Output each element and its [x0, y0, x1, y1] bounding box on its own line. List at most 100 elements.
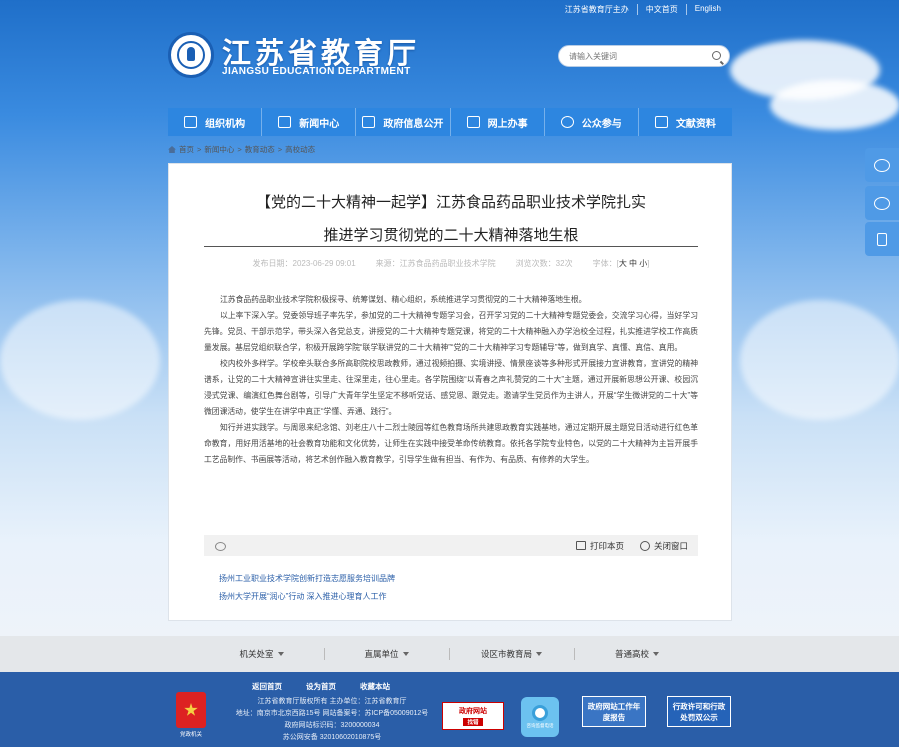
printer-icon — [575, 541, 586, 550]
footer-info-line: 政府网站标识码：3200000034 — [284, 722, 380, 729]
top-link-chinese[interactable]: 中文首页 — [638, 4, 687, 15]
phone-icon — [532, 705, 548, 721]
footer-link-home[interactable]: 返回首页 — [252, 681, 282, 692]
top-links: 江苏省教育厅主办 中文首页 English — [557, 4, 729, 15]
heart-icon — [560, 116, 574, 128]
footer-dropdown-cities[interactable]: 设区市教育局 — [450, 648, 575, 660]
breadcrumb-news[interactable]: 新闻中心 — [204, 144, 234, 155]
paragraph: 以上率下深入学。党委领导班子率先学，参加党的二十大精神专题学习会，召开学习党的二… — [204, 311, 698, 352]
book-icon — [654, 116, 668, 128]
news-icon — [278, 116, 292, 128]
dropdown-label: 设区市教育局 — [480, 649, 532, 659]
related-link[interactable]: 扬州工业职业技术学院创新打造志愿服务培训品牌 — [219, 570, 395, 588]
breadcrumb-home[interactable]: 首页 — [179, 144, 194, 155]
search-box — [558, 45, 730, 67]
side-wechat-button[interactable] — [865, 186, 899, 220]
nav-item-docs[interactable]: 文献资料 — [639, 108, 732, 136]
footer: 党政机关 返回首页 设为首页 收藏本站 江苏省教育厅版权所有 主办单位：江苏省教… — [0, 672, 899, 747]
paragraph: 知行并进实践学。与周恩来纪念馆、刘老庄八十二烈士陵园等红色教育场所共建思政教育实… — [204, 423, 698, 464]
title-divider — [204, 246, 698, 247]
meta-source: 来源：江苏食品药品职业技术学院 — [375, 259, 496, 268]
party-organ-label: 党政机关 — [179, 732, 202, 738]
search-icon[interactable] — [712, 51, 721, 60]
nav-item-org[interactable]: 组织机构 — [168, 108, 263, 136]
related-links: 扬州工业职业技术学院创新打造志愿服务培训品牌 扬州大学开展“润心”行动 深入推进… — [219, 570, 395, 606]
close-window-button[interactable]: 关闭窗口 — [639, 540, 688, 552]
top-link-host[interactable]: 江苏省教育厅主办 — [557, 4, 638, 15]
meta-views: 浏览次数：32次 — [515, 259, 573, 268]
nav-label: 新闻中心 — [299, 118, 340, 130]
footer-info-line: 地址：南京市北京西路15号 网站备案号：苏ICP备05009012号 — [235, 710, 429, 717]
nav-item-news[interactable]: 新闻中心 — [262, 108, 357, 136]
gov-site-error-badge[interactable]: 政府网站 找错 — [442, 702, 504, 730]
breadcrumb-edu[interactable]: 教育动态 — [245, 144, 275, 155]
hotline-label: 咨询监督电话 — [526, 723, 554, 728]
article-container: 【党的二十大精神一起学】江苏食品药品职业技术学院扎实 推进学习贯彻党的二十大精神… — [168, 163, 732, 621]
dropdown-label: 机关处室 — [239, 649, 274, 659]
meta-font: 字体：[大 中 小] — [593, 258, 650, 269]
footer-info-line: 苏公网安备 32010602010875号 — [282, 734, 382, 741]
nav-label: 组织机构 — [205, 118, 246, 130]
nav-item-online[interactable]: 网上办事 — [451, 108, 545, 136]
title-line: 推进学习贯彻党的二十大精神落地生根 — [323, 227, 579, 244]
dual-publicity-badge[interactable]: 行政许可和行政处罚双公示 — [667, 696, 731, 727]
footer-info: 江苏省教育厅版权所有 主办单位：江苏省教育厅 地址：南京市北京西路15号 网站备… — [232, 696, 432, 744]
dropdown-label: 普通高校 — [614, 649, 649, 659]
nav-label: 政府信息公开 — [383, 118, 444, 130]
party-organ-badge[interactable] — [176, 692, 206, 728]
chevron-down-icon — [402, 652, 409, 656]
megaphone-icon — [362, 116, 376, 128]
font-size-toggle[interactable]: 大 中 小 — [619, 259, 647, 268]
badge-sub: 找错 — [463, 718, 483, 726]
home-icon — [168, 146, 176, 153]
close-icon — [639, 540, 650, 551]
breadcrumb: 首页 > 新闻中心 > 教育动态 > 高校动态 — [168, 144, 315, 155]
side-top-button[interactable] — [865, 222, 899, 256]
chevron-down-icon — [653, 652, 659, 656]
footer-info-line: 江苏省教育厅版权所有 主办单位：江苏省教育厅 — [257, 698, 407, 705]
paragraph: 江苏食品药品职业技术学院积极探寻、统筹谋划、精心组织，系统推进学习贯彻党的二十大… — [220, 295, 587, 304]
emblem-logo[interactable] — [168, 32, 214, 78]
footer-link-bar: 机关处室 直属单位 设区市教育局 普通高校 — [0, 636, 899, 672]
related-link[interactable]: 扬州大学开展“润心”行动 深入推进心理育人工作 — [219, 588, 395, 606]
footer-link-bookmark[interactable]: 收藏本站 — [360, 681, 390, 692]
cloud-decoration — [740, 300, 899, 420]
top-icon — [877, 232, 887, 246]
top-link-english[interactable]: English — [687, 4, 729, 15]
annual-report-badge[interactable]: 政府网站工作年度报告 — [582, 696, 646, 727]
chevron-down-icon — [536, 652, 542, 656]
breadcrumb-colleges[interactable]: 高校动态 — [285, 144, 315, 155]
hotline-badge[interactable]: 咨询监督电话 — [521, 697, 559, 737]
nav-item-public[interactable]: 公众参与 — [545, 108, 639, 136]
paragraph: 校内校外多样学。学校牵头联合多所高职院校思政教师，通过视频拍摄、实境讲授、情景座… — [204, 359, 698, 416]
breadcrumb-sep: > — [277, 145, 283, 154]
article-title: 【党的二十大精神一起学】江苏食品药品职业技术学院扎实 推进学习贯彻党的二十大精神… — [169, 186, 733, 252]
chevron-down-icon — [277, 652, 284, 656]
search-input[interactable] — [569, 51, 709, 61]
footer-dropdown-offices[interactable]: 机关处室 — [200, 648, 325, 660]
print-button[interactable]: 打印本页 — [575, 540, 624, 552]
meta-date: 发布日期：2023-06-29 09:01 — [252, 259, 356, 268]
font-label: 字体：[ — [592, 259, 619, 268]
footer-link-sethome[interactable]: 设为首页 — [306, 681, 336, 692]
font-label-end: ] — [647, 259, 650, 268]
close-label: 关闭窗口 — [653, 540, 688, 551]
cloud-decoration — [0, 300, 160, 420]
star-icon — [184, 703, 198, 716]
breadcrumb-sep: > — [197, 145, 202, 154]
side-weibo-button[interactable] — [865, 148, 899, 182]
org-icon — [184, 116, 198, 128]
weibo-icon — [874, 158, 890, 172]
article-toolbar: 打印本页 关闭窗口 — [204, 535, 698, 556]
article-body: 江苏食品药品职业技术学院积极探寻、统筹谋划、精心组织，系统推进学习贯彻党的二十大… — [204, 292, 698, 468]
share-icon[interactable] — [214, 541, 226, 551]
main-nav: 组织机构 新闻中心 政府信息公开 网上办事 公众参与 文献资料 — [168, 108, 732, 136]
footer-dropdown-units[interactable]: 直属单位 — [325, 648, 450, 660]
cloud-decoration — [770, 80, 899, 130]
footer-dropdown-universities[interactable]: 普通高校 — [575, 648, 700, 660]
nav-item-info[interactable]: 政府信息公开 — [356, 108, 451, 136]
nav-label: 网上办事 — [487, 118, 528, 130]
footer-nav: 返回首页 设为首页 收藏本站 — [252, 681, 390, 692]
site-subtitle: JIANGSU EDUCATION DEPARTMENT — [222, 66, 411, 77]
article-meta: 发布日期：2023-06-29 09:01 来源：江苏食品药品职业技术学院 浏览… — [204, 258, 698, 269]
